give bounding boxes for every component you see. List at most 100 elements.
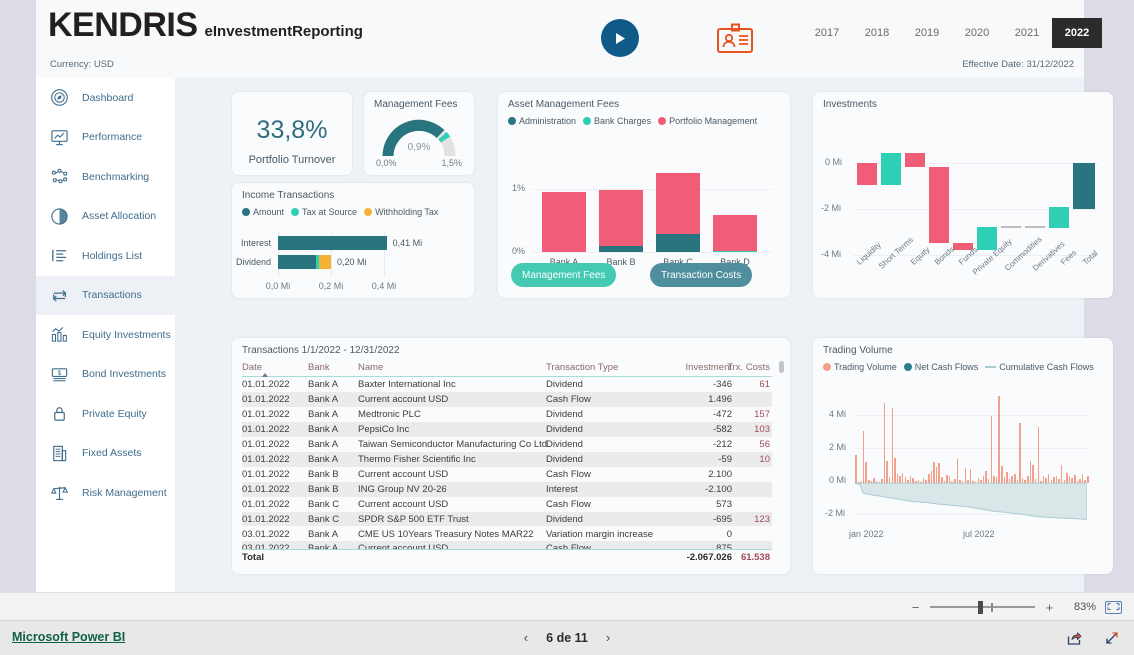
trading-volume-bar[interactable] xyxy=(928,473,930,484)
year-option-2018[interactable]: 2018 xyxy=(852,18,902,48)
trading-volume-bar[interactable] xyxy=(1003,477,1006,484)
column-header-date[interactable]: Date xyxy=(242,362,302,373)
trading-volume-bar[interactable] xyxy=(875,481,878,484)
trading-volume-bar[interactable] xyxy=(1045,478,1047,484)
trading-volume-bar[interactable] xyxy=(1081,473,1084,484)
trading-volume-bar[interactable] xyxy=(1079,479,1081,484)
trading-volume-bar[interactable] xyxy=(857,481,860,484)
trading-volume-bar[interactable] xyxy=(922,478,925,484)
trading-volume-bar[interactable] xyxy=(1024,479,1026,484)
trading-volume-bar[interactable] xyxy=(1034,479,1037,484)
year-option-2019[interactable]: 2019 xyxy=(902,18,952,48)
fit-to-page-icon[interactable] xyxy=(1105,600,1122,614)
trading-volume-bar[interactable] xyxy=(925,480,927,484)
trading-volume-bar[interactable] xyxy=(878,481,881,484)
sidebar-item-bond-investments[interactable]: $ Bond Investments xyxy=(36,355,175,395)
table-row[interactable]: 03.01.2022 Bank A CME US 10Years Treasury … xyxy=(242,527,772,542)
trading-volume-bar[interactable] xyxy=(1037,426,1040,484)
table-row[interactable]: 01.01.2022 Bank A Medtronic PLC Dividend -47… xyxy=(242,407,772,422)
trading-volume-bar[interactable] xyxy=(1053,477,1055,484)
trading-volume-bar[interactable] xyxy=(1074,474,1076,484)
trading-volume-bar[interactable] xyxy=(1058,479,1060,484)
trading-volume-bar[interactable] xyxy=(964,467,967,484)
fullscreen-icon[interactable] xyxy=(1104,630,1120,651)
trading-volume-bar[interactable] xyxy=(998,395,1000,484)
trading-volume-bar[interactable] xyxy=(967,479,969,484)
trading-volume-bar[interactable] xyxy=(1076,480,1079,484)
table-row[interactable]: 01.01.2022 Bank A Current account USD Cash … xyxy=(242,391,772,407)
trading-volume-bar[interactable] xyxy=(920,481,922,484)
legend-entry[interactable]: Withholding Tax xyxy=(364,207,438,217)
trading-volume-bar[interactable] xyxy=(1016,479,1019,484)
trading-volume-bar[interactable] xyxy=(1021,478,1024,484)
trading-volume-bar[interactable] xyxy=(1071,478,1073,484)
table-row[interactable]: 01.01.2022 Bank B Current account USD Cash … xyxy=(242,467,772,482)
zoom-slider[interactable] xyxy=(930,600,1035,614)
trading-volume-bar[interactable] xyxy=(993,476,995,484)
waterfall-bar-commodities[interactable] xyxy=(1001,226,1021,228)
trading-volume-bar[interactable] xyxy=(1027,475,1029,484)
trading-volume-bar[interactable] xyxy=(1032,465,1034,484)
legend-entry[interactable]: Amount xyxy=(242,207,284,217)
trading-volume-bar[interactable] xyxy=(974,481,977,484)
table-row[interactable]: 01.01.2022 Bank A Taiwan Semiconductor Man… xyxy=(242,437,772,452)
trading-volume-bar[interactable] xyxy=(943,480,946,484)
legend-entry[interactable]: Cumulative Cash Flows xyxy=(985,362,1094,372)
trading-volume-bar[interactable] xyxy=(1029,460,1032,484)
trading-volume-bar[interactable] xyxy=(917,479,920,484)
trading-volume-bar[interactable] xyxy=(985,471,987,484)
legend-entry[interactable]: Portfolio Management xyxy=(658,116,757,126)
year-slicer[interactable]: 2017 2018 2019 2020 2021 2022 xyxy=(802,18,1102,48)
trading-volume-bar[interactable] xyxy=(1087,475,1089,484)
waterfall-bar-private-equity[interactable] xyxy=(977,227,997,250)
trading-volume-bar[interactable] xyxy=(909,475,912,484)
trading-volume-bar[interactable] xyxy=(930,471,933,484)
trading-volume-bar[interactable] xyxy=(982,475,985,484)
sidebar-item-fixed-assets[interactable]: Fixed Assets xyxy=(36,434,175,474)
id-card-icon[interactable] xyxy=(715,23,755,55)
table-row[interactable]: 01.01.2022 Bank A Thermo Fisher Scientific… xyxy=(242,451,772,467)
trading-volume-bar[interactable] xyxy=(894,458,896,484)
trading-volume-bar[interactable] xyxy=(888,477,891,484)
column-bank-c[interactable]: Bank C xyxy=(656,173,700,267)
table-row[interactable]: 01.01.2022 Bank A Baxter International Inc… xyxy=(242,377,772,392)
trading-volume-bar[interactable] xyxy=(915,480,917,484)
table-row[interactable]: 01.01.2022 Bank C SPDR S&P 500 ETF Trust Di… xyxy=(242,511,772,527)
trading-volume-bar[interactable] xyxy=(961,480,964,484)
trading-volume-bar[interactable] xyxy=(886,460,888,484)
sidebar-item-holdings-list[interactable]: Holdings List xyxy=(36,236,175,276)
trading-volume-bar[interactable] xyxy=(1060,465,1063,484)
waterfall-bar-equity[interactable] xyxy=(905,153,925,167)
trading-volume-bar[interactable] xyxy=(1055,475,1058,484)
trading-volume-bar[interactable] xyxy=(881,479,883,484)
trading-volume-bar[interactable] xyxy=(1068,476,1071,484)
trading-volume-bar[interactable] xyxy=(935,466,938,484)
legend-entry[interactable]: Bank Charges xyxy=(583,116,651,126)
trading-volume-bar[interactable] xyxy=(904,477,907,484)
trading-volume-bar[interactable] xyxy=(1006,472,1008,484)
trading-volume-bar[interactable] xyxy=(860,481,862,484)
sidebar-item-performance[interactable]: Performance xyxy=(36,118,175,158)
waterfall-bar-derivatives[interactable] xyxy=(1025,226,1045,228)
management-fees-button[interactable]: Management Fees xyxy=(511,263,617,287)
trading-volume-bar[interactable] xyxy=(901,472,904,484)
column-header-bank[interactable]: Bank xyxy=(308,362,358,373)
column-bank-d[interactable]: Bank D xyxy=(713,215,757,267)
trading-volume-bar[interactable] xyxy=(969,468,972,484)
table-row[interactable]: 01.01.2022 Bank B ING Group NV 20-26 Intere… xyxy=(242,481,772,497)
trading-volume-bar[interactable] xyxy=(1040,480,1042,484)
zoom-in-button[interactable]: + xyxy=(1044,600,1055,615)
legend-entry[interactable]: Tax at Source xyxy=(291,207,357,217)
trading-volume-bar[interactable] xyxy=(954,479,956,484)
chevron-right-icon[interactable]: › xyxy=(606,630,610,645)
trading-volume-bar[interactable] xyxy=(956,459,959,484)
trading-volume-bar[interactable] xyxy=(948,476,951,484)
legend-entry[interactable]: Trading Volume xyxy=(823,362,897,372)
trading-volume-bar[interactable] xyxy=(1008,479,1011,484)
sidebar-item-asset-allocation[interactable]: Asset Allocation xyxy=(36,197,175,237)
trading-volume-bar[interactable] xyxy=(1014,473,1016,484)
trading-volume-bar[interactable] xyxy=(972,480,974,484)
trading-volume-bar[interactable] xyxy=(896,473,899,484)
column-header-trx-costs[interactable]: Trx. Costs xyxy=(702,362,770,373)
waterfall-bar-short-terms[interactable] xyxy=(881,153,901,185)
